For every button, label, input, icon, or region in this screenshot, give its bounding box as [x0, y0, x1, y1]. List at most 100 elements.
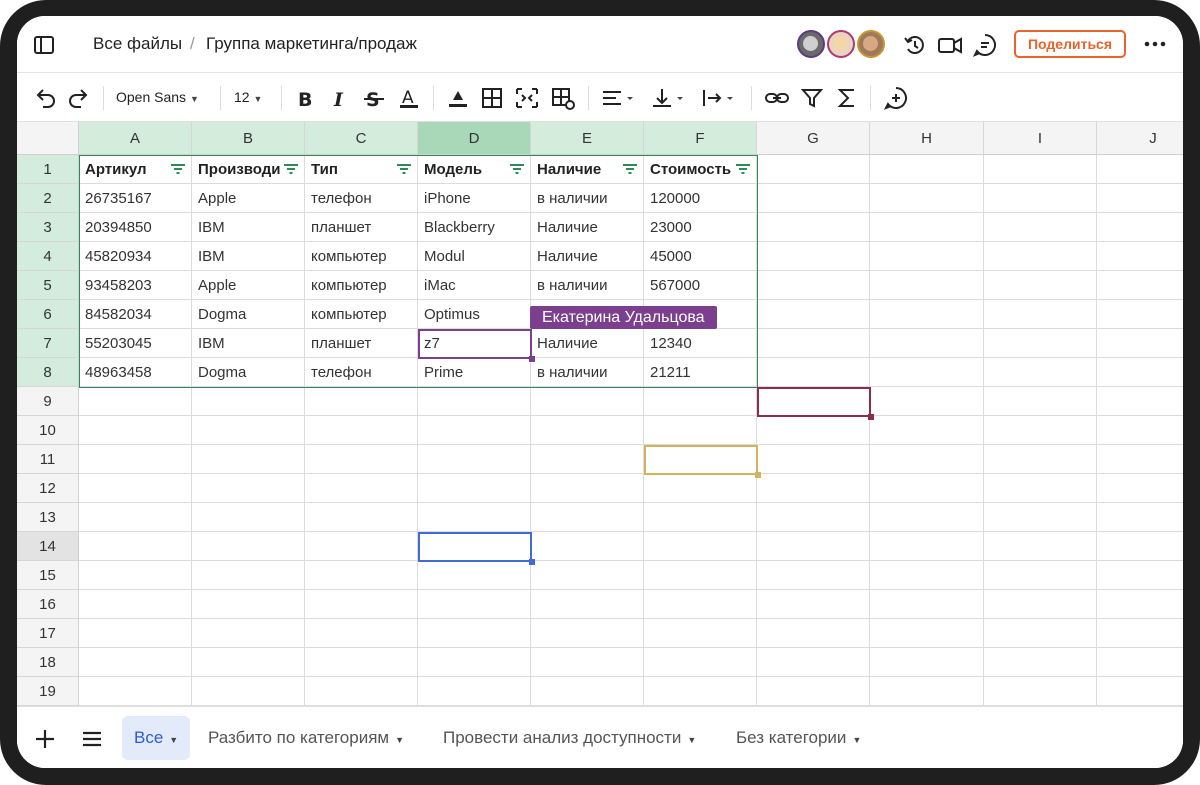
empty-cell[interactable] — [192, 474, 305, 503]
more-options-icon[interactable] — [1143, 34, 1167, 54]
empty-cell[interactable] — [1097, 648, 1183, 677]
video-call-icon[interactable] — [936, 32, 964, 58]
empty-cell[interactable] — [984, 503, 1097, 532]
fill-handle[interactable] — [755, 472, 761, 478]
empty-cell[interactable] — [79, 503, 192, 532]
empty-cell[interactable] — [870, 155, 984, 184]
empty-cell[interactable] — [418, 619, 531, 648]
empty-cell[interactable] — [870, 532, 984, 561]
empty-cell[interactable] — [757, 416, 870, 445]
empty-cell[interactable] — [531, 590, 644, 619]
empty-cell[interactable] — [531, 503, 644, 532]
table-cell[interactable]: компьютер — [305, 242, 418, 271]
sheet-list-icon[interactable] — [80, 727, 104, 751]
empty-cell[interactable] — [870, 271, 984, 300]
table-header-cell[interactable]: Модель — [418, 155, 531, 184]
row-header[interactable]: 6 — [17, 300, 79, 329]
empty-cell[interactable] — [757, 474, 870, 503]
empty-cell[interactable] — [984, 590, 1097, 619]
table-cell[interactable]: 26735167 — [79, 184, 192, 213]
empty-cell[interactable] — [984, 561, 1097, 590]
empty-cell[interactable] — [79, 619, 192, 648]
empty-cell[interactable] — [418, 532, 531, 561]
empty-cell[interactable] — [79, 474, 192, 503]
empty-cell[interactable] — [418, 590, 531, 619]
empty-cell[interactable] — [305, 474, 418, 503]
empty-cell[interactable] — [757, 503, 870, 532]
empty-cell[interactable] — [418, 387, 531, 416]
empty-cell[interactable] — [870, 503, 984, 532]
table-cell[interactable]: в наличии — [531, 271, 644, 300]
empty-cell[interactable] — [79, 387, 192, 416]
empty-cell[interactable] — [531, 416, 644, 445]
empty-cell[interactable] — [757, 300, 870, 329]
empty-cell[interactable] — [870, 300, 984, 329]
table-cell[interactable]: в наличии — [531, 184, 644, 213]
empty-cell[interactable] — [757, 619, 870, 648]
empty-cell[interactable] — [757, 677, 870, 706]
table-cell[interactable]: z7 — [418, 329, 531, 358]
empty-cell[interactable] — [1097, 358, 1183, 387]
empty-cell[interactable] — [192, 445, 305, 474]
column-header[interactable]: F — [644, 122, 757, 155]
add-comment-icon[interactable] — [883, 85, 909, 111]
table-cell[interactable]: IBM — [192, 329, 305, 358]
row-header[interactable]: 10 — [17, 416, 79, 445]
table-cell[interactable]: телефон — [305, 184, 418, 213]
empty-cell[interactable] — [757, 590, 870, 619]
empty-cell[interactable] — [984, 416, 1097, 445]
merge-cells-icon[interactable] — [514, 85, 540, 111]
table-cell[interactable]: 23000 — [644, 213, 757, 242]
empty-cell[interactable] — [870, 416, 984, 445]
column-header[interactable]: J — [1097, 122, 1183, 155]
empty-cell[interactable] — [870, 677, 984, 706]
table-cell[interactable]: Optimus — [418, 300, 531, 329]
fill-handle[interactable] — [868, 414, 874, 420]
empty-cell[interactable] — [418, 677, 531, 706]
column-filter-icon[interactable] — [397, 164, 411, 174]
table-cell[interactable]: Наличие — [531, 213, 644, 242]
empty-cell[interactable] — [870, 387, 984, 416]
empty-cell[interactable] — [984, 358, 1097, 387]
empty-cell[interactable] — [305, 619, 418, 648]
empty-cell[interactable] — [1097, 532, 1183, 561]
empty-cell[interactable] — [757, 445, 870, 474]
empty-cell[interactable] — [305, 387, 418, 416]
table-header-cell[interactable]: Артикул — [79, 155, 192, 184]
column-header[interactable]: H — [870, 122, 984, 155]
empty-cell[interactable] — [757, 561, 870, 590]
table-cell[interactable]: 567000 — [644, 271, 757, 300]
table-header-cell[interactable]: Производитель — [192, 155, 305, 184]
row-header[interactable]: 9 — [17, 387, 79, 416]
comments-icon[interactable] — [972, 32, 998, 58]
empty-cell[interactable] — [79, 648, 192, 677]
table-header-cell[interactable]: Тип — [305, 155, 418, 184]
empty-cell[interactable] — [870, 619, 984, 648]
column-header[interactable]: B — [192, 122, 305, 155]
table-cell[interactable]: 12340 — [644, 329, 757, 358]
empty-cell[interactable] — [1097, 300, 1183, 329]
row-header[interactable]: 8 — [17, 358, 79, 387]
empty-cell[interactable] — [305, 532, 418, 561]
empty-cell[interactable] — [79, 590, 192, 619]
link-icon[interactable] — [764, 85, 790, 111]
empty-cell[interactable] — [870, 213, 984, 242]
empty-cell[interactable] — [1097, 329, 1183, 358]
empty-cell[interactable] — [418, 445, 531, 474]
bold-icon[interactable]: B — [294, 85, 316, 111]
text-color-icon[interactable]: A — [397, 85, 421, 111]
column-filter-icon[interactable] — [284, 164, 298, 174]
empty-cell[interactable] — [1097, 561, 1183, 590]
row-header[interactable]: 4 — [17, 242, 79, 271]
empty-cell[interactable] — [1097, 155, 1183, 184]
select-all-corner[interactable] — [17, 122, 79, 155]
empty-cell[interactable] — [305, 648, 418, 677]
row-header[interactable]: 19 — [17, 677, 79, 706]
table-cell[interactable]: компьютер — [305, 300, 418, 329]
empty-cell[interactable] — [79, 677, 192, 706]
table-cell[interactable]: Наличие — [531, 329, 644, 358]
empty-cell[interactable] — [79, 561, 192, 590]
empty-cell[interactable] — [644, 648, 757, 677]
column-header[interactable]: E — [531, 122, 644, 155]
table-cell[interactable]: 120000 — [644, 184, 757, 213]
